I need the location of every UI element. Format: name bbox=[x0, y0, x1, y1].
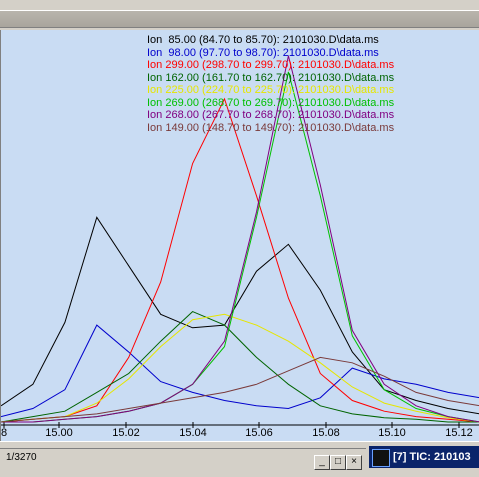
tic-window-title: [7] TIC: 210103 bbox=[393, 451, 471, 463]
x-tick-label: 15.00 bbox=[45, 427, 73, 439]
legend-item: Ion 225.00 (224.70 to 225.70): 2101030.D… bbox=[147, 84, 395, 96]
tic-window-title-bar[interactable]: [7] TIC: 210103 bbox=[369, 446, 479, 468]
legend-item: Ion 269.00 (268.70 to 269.70): 2101030.D… bbox=[147, 96, 395, 109]
lower-left-window[interactable]: 1/3270 _ □ × bbox=[0, 448, 366, 477]
tic-window[interactable]: [7] TIC: 210103 bbox=[369, 446, 479, 470]
bottom-window-area: 1/3270 _ □ × [7] TIC: 210103 bbox=[0, 441, 479, 477]
legend-item: Ion 268.00 (267.70 to 268.70): 2101030.D… bbox=[147, 109, 395, 121]
series-line bbox=[0, 356, 479, 423]
series-line bbox=[0, 313, 479, 423]
x-tick-label: 8 bbox=[0, 427, 8, 439]
legend-item: Ion 162.00 (161.70 to 162.70): 2101030.D… bbox=[147, 71, 395, 84]
legend-item: Ion 85.00 (84.70 to 85.70): 2101030.D\da… bbox=[147, 34, 379, 46]
chromatogram-icon bbox=[372, 449, 390, 467]
minimize-button[interactable]: _ bbox=[314, 455, 330, 470]
legend-item: Ion 98.00 (97.70 to 98.70): 2101030.D\da… bbox=[147, 46, 379, 59]
series-line bbox=[0, 216, 479, 415]
x-tick-label: 15.10 bbox=[378, 427, 406, 439]
legend-item: Ion 149.00 (148.70 to 149.70): 2101030.D… bbox=[147, 121, 395, 134]
chromatogram-plot[interactable]: Ion 85.00 (84.70 to 85.70): 2101030.D\da… bbox=[0, 30, 479, 441]
maximize-button[interactable]: □ bbox=[330, 455, 346, 470]
x-tick-label: 15.12 bbox=[445, 427, 473, 439]
window-title-bar bbox=[0, 10, 479, 28]
x-tick-label: 15.02 bbox=[112, 427, 140, 439]
legend-item: Ion 299.00 (298.70 to 299.70): 2101030.D… bbox=[147, 59, 395, 71]
lower-left-window-title: 1/3270 bbox=[6, 452, 37, 463]
x-tick-label: 15.04 bbox=[179, 427, 207, 439]
x-axis-labels: 8 15.00 15.02 15.04 15.06 15.08 15.10 15… bbox=[1, 427, 479, 441]
x-tick-label: 15.08 bbox=[312, 427, 340, 439]
window-title-strip bbox=[0, 0, 479, 31]
close-button[interactable]: × bbox=[346, 455, 362, 470]
x-tick-label: 15.06 bbox=[245, 427, 273, 439]
series-line bbox=[0, 311, 479, 423]
